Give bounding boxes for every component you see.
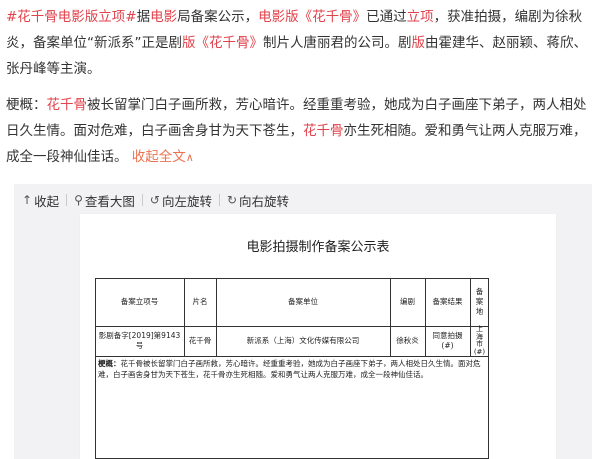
highlight-keyword: 版《花千骨》 [182,35,263,51]
highlight-keyword: 版 [411,35,426,51]
post-paragraph-1: #花千骨电影版立项#据电影局备案公示，电影版《花千骨》已通过立项，获准拍摄，编剧… [6,9,587,77]
highlight-keyword: 电影 [150,9,178,25]
toolbar-divider [66,194,68,206]
cell-record-no: 影剧备字[2019]第9143号 [98,331,181,350]
header-writer: 编剧 [400,297,415,306]
highlight-keyword: 花千骨 [303,123,344,139]
collapse-image-button[interactable]: ↑ 收起 [22,191,59,210]
topic-link[interactable]: #花千骨电影版立项# [6,9,137,25]
highlight-keyword: 花千骨 [46,97,88,113]
header-record-no: 备案立项号 [120,297,159,306]
post-body: #花千骨电影版立项#据电影局备案公示，电影版《花千骨》已通过立项，获准拍摄，编剧… [6,4,598,171]
view-large-image-button[interactable]: ⚲ 查看大图 [74,191,135,210]
cell-writer: 徐秋炎 [396,336,419,345]
header-film: 片名 [192,297,208,306]
rotate-right-icon: ↻ [226,193,238,207]
highlight-keyword: 立项 [406,9,434,25]
image-toolbar: ↑ 收起 ⚲ 查看大图 ↺ 向左旋转 ↻ 向右旋转 [22,190,289,210]
highlight-keyword: 电影版《花千骨》 [258,9,367,25]
rotate-left-icon: ↺ [149,193,160,207]
rotate-right-button[interactable]: ↻ 向右旋转 [227,191,289,210]
cell-unit: 新派系（上海）文化传媒有限公司 [246,336,360,345]
table-rule [95,356,489,357]
arrow-up-icon: ↑ [22,193,33,207]
rotate-left-button[interactable]: ↺ 向左旋转 [150,191,212,210]
header-unit: 备案单位 [288,297,318,306]
document-summary: 梗概：花千骨被长留掌门白子画所救，芳心暗许。经重重考验，她成为白子画座下弟子，两… [98,359,481,379]
header-place: 备 案 地 [475,287,484,316]
image-viewer: ↑ 收起 ⚲ 查看大图 ↺ 向左旋转 ↻ 向右旋转 电影拍摄制作备案公示表 备案立项号 … [14,184,592,459]
chevron-up-icon: ∧ [185,151,194,164]
filing-document-image[interactable]: 电影拍摄制作备案公示表 备案立项号 片名 备案单位 编剧 备案结果 备 案 地 … [80,214,556,459]
toolbar-divider [141,194,143,206]
cell-film: 花千骨 [188,336,212,345]
toolbar-divider [218,194,220,206]
collapse-text-link[interactable]: 收起全文∧ [132,149,194,165]
magnifier-icon: ⚲ [74,193,83,207]
header-result: 备案结果 [432,297,463,306]
document-title: 电影拍摄制作备案公示表 [246,240,390,255]
post-paragraph-2: 梗概：花千骨被长留掌门白子画所救，芳心暗许。经重重考验，她成为白子画座下弟子，两… [6,97,587,165]
cell-result: 同意拍摄 (#) [432,331,463,350]
cell-place: 上 海 市 (#) [473,325,486,356]
